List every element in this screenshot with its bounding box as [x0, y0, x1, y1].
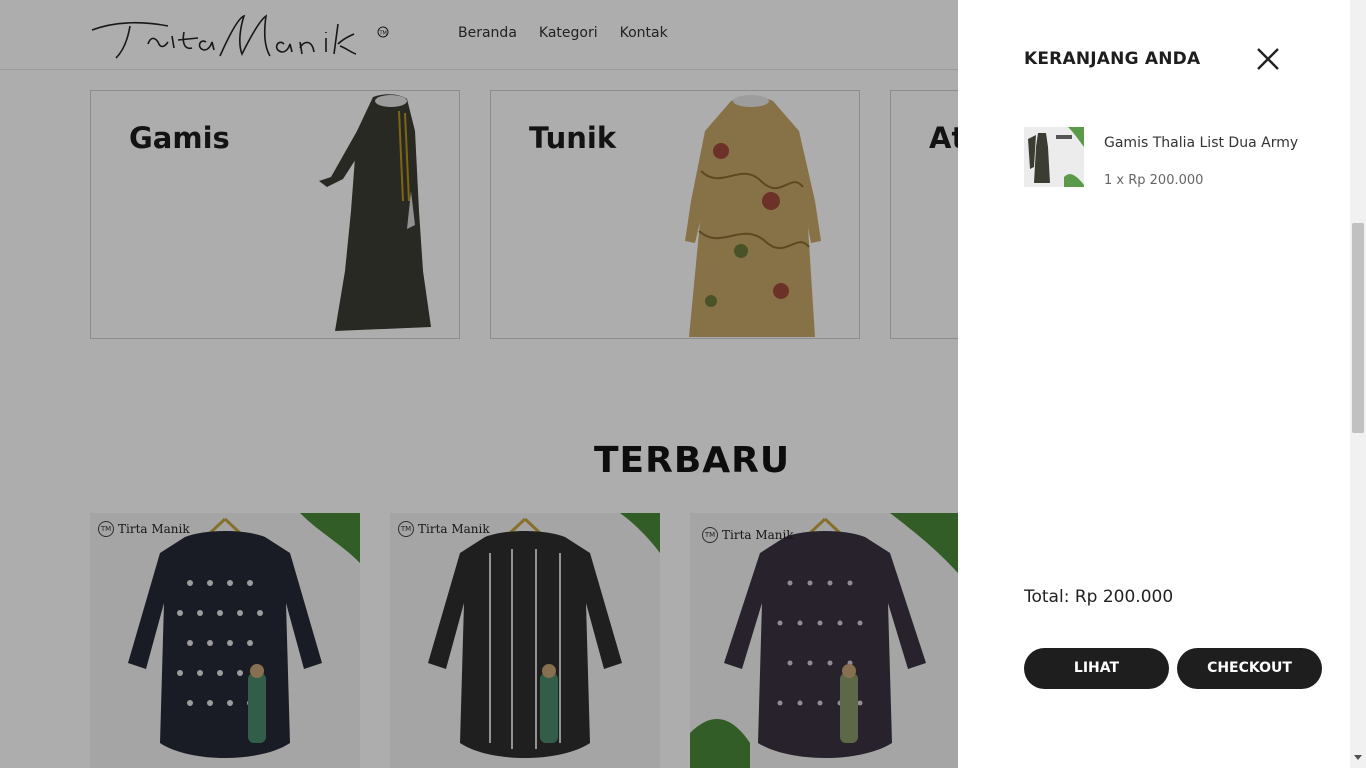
close-icon[interactable] [1255, 46, 1281, 72]
cart-drawer: KERANJANG ANDA Gamis Thalia List Dua Arm… [958, 0, 1350, 768]
cart-item-thumbnail[interactable] [1024, 127, 1084, 187]
view-cart-button[interactable]: LIHAT [1024, 648, 1169, 689]
cart-item-qty-price: 1 x Rp 200.000 [1104, 173, 1204, 188]
checkout-button[interactable]: CHECKOUT [1177, 648, 1322, 689]
scrollbar-thumb[interactable] [1352, 223, 1364, 433]
scroll-down-arrow-icon[interactable] [1354, 755, 1362, 760]
cart-total: Total: Rp 200.000 [1024, 587, 1174, 607]
drawer-backdrop[interactable] [0, 0, 958, 768]
cart-title: KERANJANG ANDA [1024, 49, 1201, 69]
page-scrollbar[interactable] [1350, 0, 1366, 768]
cart-item-name[interactable]: Gamis Thalia List Dua Army [1104, 135, 1298, 151]
cart-item: Gamis Thalia List Dua Army 1 x Rp 200.00… [1024, 127, 1324, 188]
